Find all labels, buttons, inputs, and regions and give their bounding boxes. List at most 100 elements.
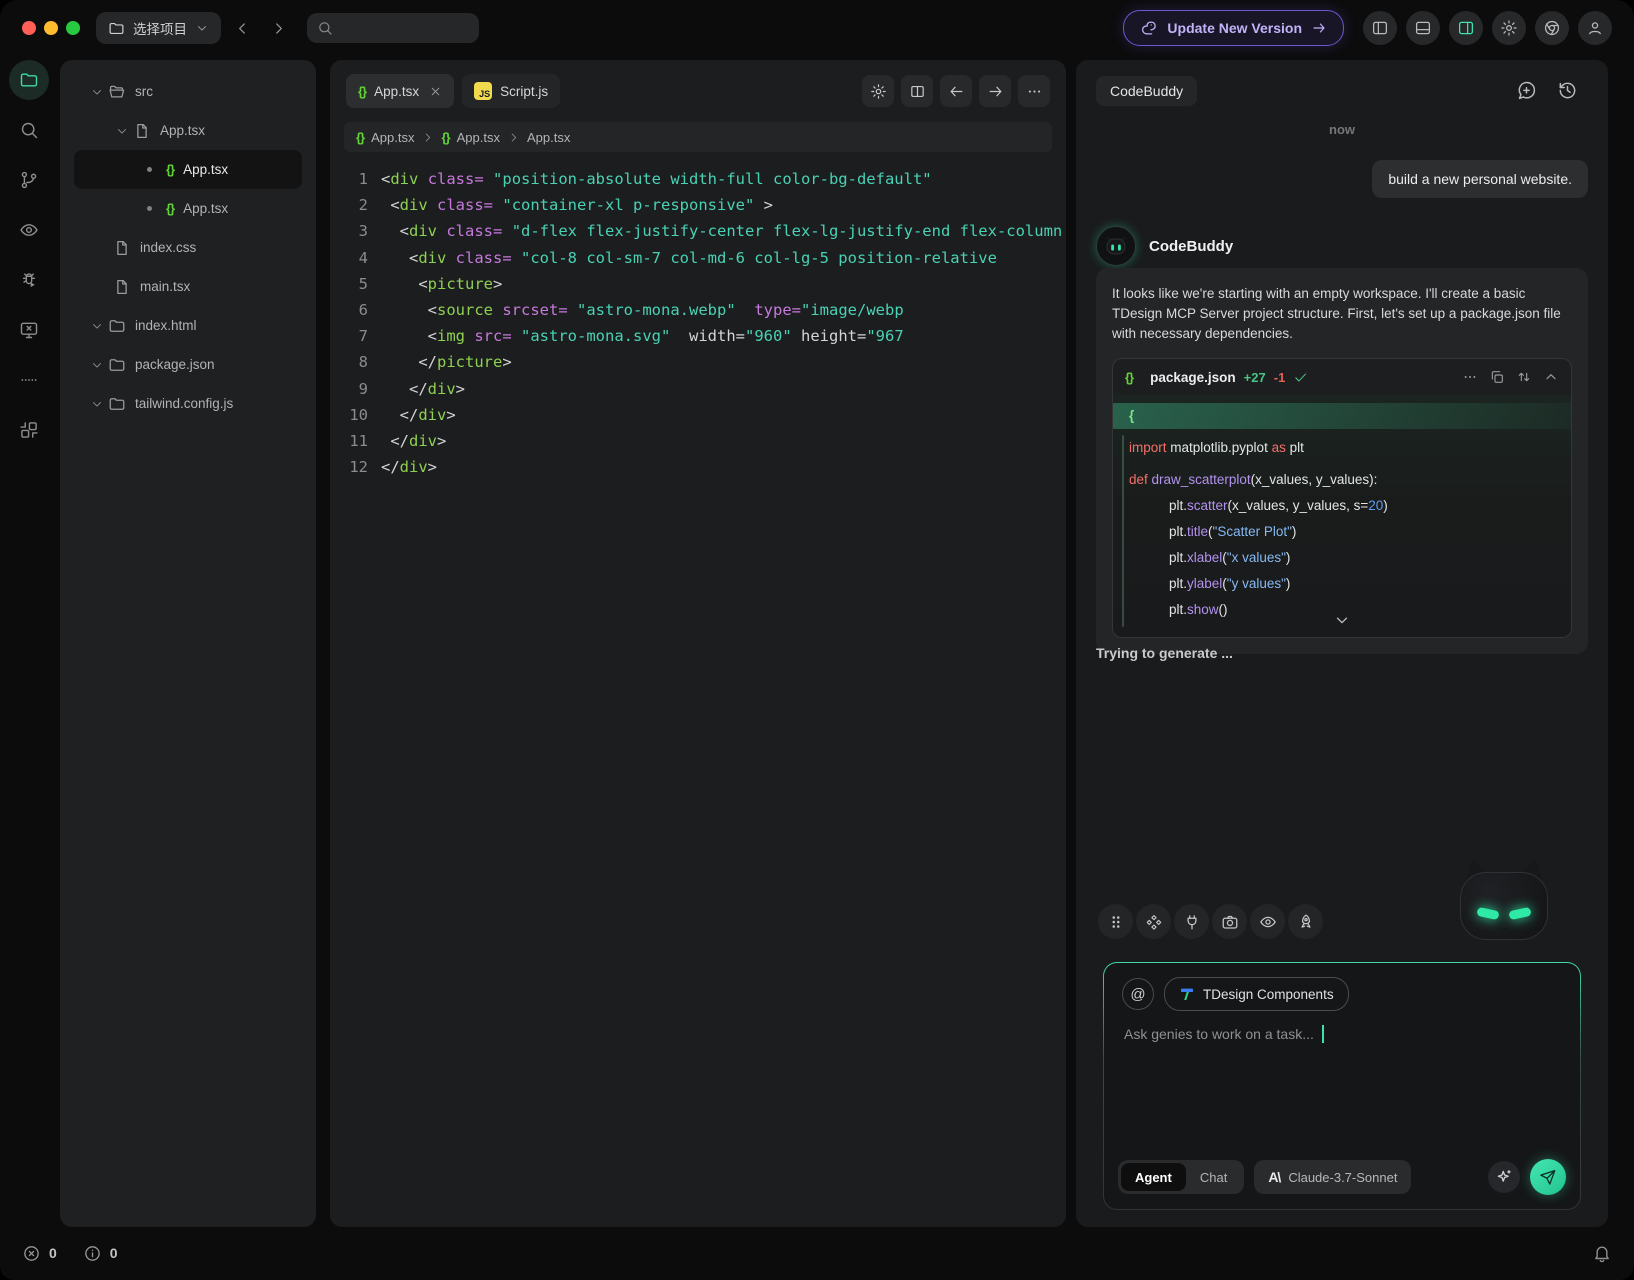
diff-code-line: plt.title("Scatter Plot") [1113, 519, 1571, 545]
nav-forward-button[interactable] [263, 13, 293, 43]
breadcrumb-item[interactable]: App.tsx [371, 130, 414, 145]
chat-title-tab[interactable]: CodeBuddy [1096, 76, 1197, 106]
titlebar-account-button[interactable] [1578, 11, 1612, 45]
activity-extensions-button[interactable] [9, 410, 49, 450]
assistant-header: CodeBuddy [1096, 226, 1233, 266]
activity-search-button[interactable] [9, 110, 49, 150]
titlebar-panel-right-button[interactable] [1449, 11, 1483, 45]
composer-rocket-button[interactable] [1288, 904, 1323, 939]
card-chevron-up-icon[interactable] [1543, 369, 1559, 385]
card-copy-icon[interactable] [1489, 369, 1505, 385]
text-caret [1322, 1025, 1324, 1043]
activity-source-control-button[interactable] [9, 160, 49, 200]
editor-gear-button[interactable] [862, 75, 894, 107]
code-line: 1<div class= "position-absolute width-fu… [330, 166, 1066, 192]
line-number: 5 [330, 271, 368, 297]
diff-code-line: { [1113, 403, 1571, 429]
chevron-down-icon [90, 397, 104, 411]
breadcrumb-item[interactable]: App.tsx [457, 130, 500, 145]
mode-chat-button[interactable]: Chat [1186, 1163, 1241, 1191]
minimize-window-button[interactable] [44, 21, 58, 35]
composer-components-button[interactable] [1136, 904, 1171, 939]
chat-composer[interactable]: @ TDesign Components Ask genies to work … [1104, 963, 1580, 1209]
activity-files-button[interactable] [9, 60, 49, 100]
mode-agent-button[interactable]: Agent [1121, 1163, 1186, 1191]
diff-deletions: -1 [1274, 370, 1286, 385]
activity-preview-eye-button[interactable] [9, 210, 49, 250]
model-selector[interactable]: A\ Claude-3.7-Sonnet [1254, 1160, 1411, 1194]
update-version-label: Update New Version [1167, 20, 1302, 36]
card-ellipsis-icon[interactable] [1462, 369, 1478, 385]
code-line: 9 </div> [330, 376, 1066, 402]
notifications-bell-icon[interactable] [1592, 1243, 1612, 1263]
update-version-button[interactable]: Update New Version [1123, 10, 1344, 46]
explorer-item-app-tsx[interactable]: {}App.tsx [74, 189, 302, 228]
mention-button[interactable]: @ [1122, 978, 1154, 1010]
code-line: 10 </div> [330, 402, 1066, 428]
explorer-item-tailwind-config-js[interactable]: tailwind.config.js [74, 384, 302, 423]
nav-back-button[interactable] [227, 13, 257, 43]
titlebar-browser-button[interactable] [1535, 11, 1569, 45]
folder-icon [108, 395, 126, 413]
card-swap-vertical-icon[interactable] [1516, 369, 1532, 385]
file-label: main.tsx [140, 279, 190, 294]
info-counter[interactable]: 0 [83, 1244, 118, 1263]
titlebar-panel-bottom-button[interactable] [1406, 11, 1440, 45]
diff-code-line: plt.xlabel("x values") [1113, 545, 1571, 571]
history-icon[interactable] [1557, 80, 1578, 101]
titlebar-gear-button[interactable] [1492, 11, 1526, 45]
tab-app.tsx[interactable]: {}App.tsx [346, 74, 454, 108]
context-chip[interactable]: TDesign Components [1164, 977, 1349, 1011]
zoom-window-button[interactable] [66, 21, 80, 35]
file-icon [113, 278, 131, 296]
code-line: 6 <source srcset= "astro-mona.webp" type… [330, 297, 1066, 323]
composer-camera-button[interactable] [1212, 904, 1247, 939]
code-editor[interactable]: 1<div class= "position-absolute width-fu… [330, 166, 1066, 480]
global-search-input[interactable] [307, 13, 479, 43]
explorer-item-index-html[interactable]: index.html [74, 306, 302, 345]
explorer-item-app-tsx[interactable]: App.tsx [74, 111, 302, 150]
titlebar-panel-left-button[interactable] [1363, 11, 1397, 45]
check-icon [1293, 370, 1308, 385]
composer-preview-eye-button[interactable] [1250, 904, 1285, 939]
activity-debug-button[interactable] [9, 260, 49, 300]
diff-code-line: import matplotlib.pyplot as plt [1113, 435, 1571, 461]
line-number: 2 [330, 192, 368, 218]
context-chip-label: TDesign Components [1203, 987, 1334, 1002]
activity-bar [0, 60, 58, 450]
breadcrumb-item[interactable]: App.tsx [527, 130, 570, 145]
debug-icon [19, 270, 39, 290]
activity-terminal-monitor-button[interactable] [9, 310, 49, 350]
explorer-item-main-tsx[interactable]: main.tsx [74, 267, 302, 306]
robot-mascot [1456, 836, 1552, 966]
composer-plug-button[interactable] [1174, 904, 1209, 939]
close-window-button[interactable] [22, 21, 36, 35]
error-circle-icon [22, 1244, 41, 1263]
activity-overflow-dots-button[interactable] [9, 360, 49, 400]
project-selector[interactable]: 选择项目 [96, 12, 221, 44]
editor-arrow-right-button[interactable] [979, 75, 1011, 107]
editor-arrow-left-button[interactable] [940, 75, 972, 107]
line-number: 9 [330, 376, 368, 402]
editor-split-button[interactable] [901, 75, 933, 107]
generation-status: Trying to generate ... [1096, 645, 1233, 661]
breadcrumb[interactable]: {}App.tsx{}App.tsxApp.tsx [344, 122, 1052, 152]
tab-script.js[interactable]: JSScript.js [462, 74, 560, 108]
close-icon[interactable] [429, 85, 442, 98]
error-counter[interactable]: 0 [22, 1244, 57, 1263]
ellipsis-icon [1026, 83, 1043, 100]
code-line: 8 </picture> [330, 349, 1066, 375]
new-chat-icon[interactable] [1516, 80, 1537, 101]
explorer-item-app-tsx[interactable]: {}App.tsx [74, 150, 302, 189]
expand-chevron-down-icon[interactable] [1333, 611, 1351, 629]
enhance-prompt-button[interactable] [1488, 1161, 1520, 1193]
send-button[interactable] [1530, 1159, 1566, 1195]
camera-icon [1221, 913, 1239, 931]
chevron-right-icon [421, 131, 434, 144]
explorer-item-index-css[interactable]: index.css [74, 228, 302, 267]
editor-ellipsis-button[interactable] [1018, 75, 1050, 107]
explorer-item-package-json[interactable]: package.json [74, 345, 302, 384]
rocket-icon [1297, 913, 1315, 931]
explorer-item-src[interactable]: src [74, 72, 302, 111]
composer-figma-button[interactable] [1098, 904, 1133, 939]
